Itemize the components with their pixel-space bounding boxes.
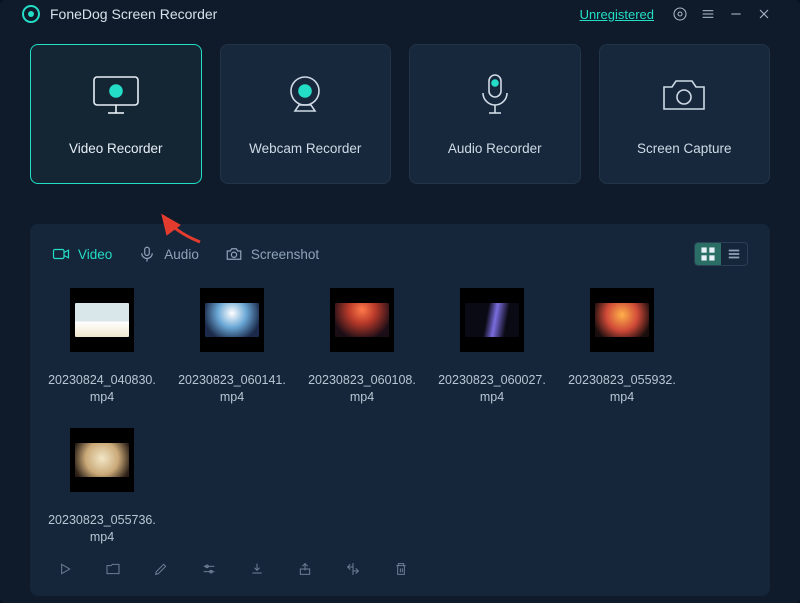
tab-label: Audio (164, 247, 199, 262)
library-panel: Video Audio Screenshot (30, 224, 770, 596)
thumbnail-grid: 20230824_040830.mp4 20230823_060141.mp4 … (46, 280, 754, 546)
tab-screenshot[interactable]: Screenshot (225, 245, 319, 263)
mode-label: Screen Capture (637, 141, 732, 156)
mode-audio-recorder[interactable]: Audio Recorder (409, 44, 581, 184)
delete-button[interactable] (390, 558, 412, 580)
file-name: 20230823_060141.mp4 (178, 372, 286, 406)
minimize-button[interactable] (722, 0, 750, 28)
thumbnail (200, 288, 264, 352)
settings-icon[interactable] (666, 0, 694, 28)
list-item[interactable]: 20230823_060027.mp4 (438, 288, 546, 406)
mode-label: Webcam Recorder (249, 141, 361, 156)
microphone-icon (475, 73, 515, 117)
monitor-record-icon (88, 73, 144, 117)
library-toolbar (46, 546, 754, 582)
file-name: 20230823_060108.mp4 (308, 372, 416, 406)
edit-button[interactable] (150, 558, 172, 580)
share-button[interactable] (294, 558, 316, 580)
list-item[interactable]: 20230824_040830.mp4 (48, 288, 156, 406)
webcam-icon (281, 73, 329, 117)
tab-audio[interactable]: Audio (138, 245, 199, 263)
mode-video-recorder[interactable]: Video Recorder (30, 44, 202, 184)
thumbnail (70, 288, 134, 352)
play-button[interactable] (54, 558, 76, 580)
view-toggle (694, 242, 748, 266)
mode-label: Video Recorder (69, 141, 163, 156)
thumbnail (460, 288, 524, 352)
list-view-button[interactable] (721, 243, 747, 265)
list-item[interactable]: 20230823_060108.mp4 (308, 288, 416, 406)
mode-label: Audio Recorder (448, 141, 542, 156)
app-logo-icon (22, 5, 40, 23)
settings-sliders-button[interactable] (198, 558, 220, 580)
titlebar: FoneDog Screen Recorder Unregistered (0, 0, 800, 28)
menu-icon[interactable] (694, 0, 722, 28)
list-item[interactable]: 20230823_055932.mp4 (568, 288, 676, 406)
file-name: 20230823_060027.mp4 (438, 372, 546, 406)
app-window: FoneDog Screen Recorder Unregistered (0, 0, 800, 603)
thumbnail (70, 428, 134, 492)
list-item[interactable]: 20230823_055736.mp4 (48, 428, 156, 546)
tab-label: Video (78, 247, 112, 262)
thumbnail (590, 288, 654, 352)
file-name: 20230823_055736.mp4 (48, 512, 156, 546)
convert-button[interactable] (342, 558, 364, 580)
mode-screen-capture[interactable]: Screen Capture (599, 44, 771, 184)
unregistered-link[interactable]: Unregistered (580, 7, 654, 22)
camera-icon (658, 73, 710, 117)
thumbnail (330, 288, 394, 352)
open-folder-button[interactable] (102, 558, 124, 580)
file-name: 20230824_040830.mp4 (48, 372, 156, 406)
library-tabs: Video Audio Screenshot (46, 238, 754, 280)
tab-label: Screenshot (251, 247, 319, 262)
file-name: 20230823_055932.mp4 (568, 372, 676, 406)
tab-video[interactable]: Video (52, 245, 112, 263)
list-item[interactable]: 20230823_060141.mp4 (178, 288, 286, 406)
download-button[interactable] (246, 558, 268, 580)
app-title: FoneDog Screen Recorder (50, 6, 217, 22)
mode-webcam-recorder[interactable]: Webcam Recorder (220, 44, 392, 184)
grid-view-button[interactable] (695, 243, 721, 265)
mode-card-row: Video Recorder Webcam Recorder (0, 28, 800, 188)
close-button[interactable] (750, 0, 778, 28)
